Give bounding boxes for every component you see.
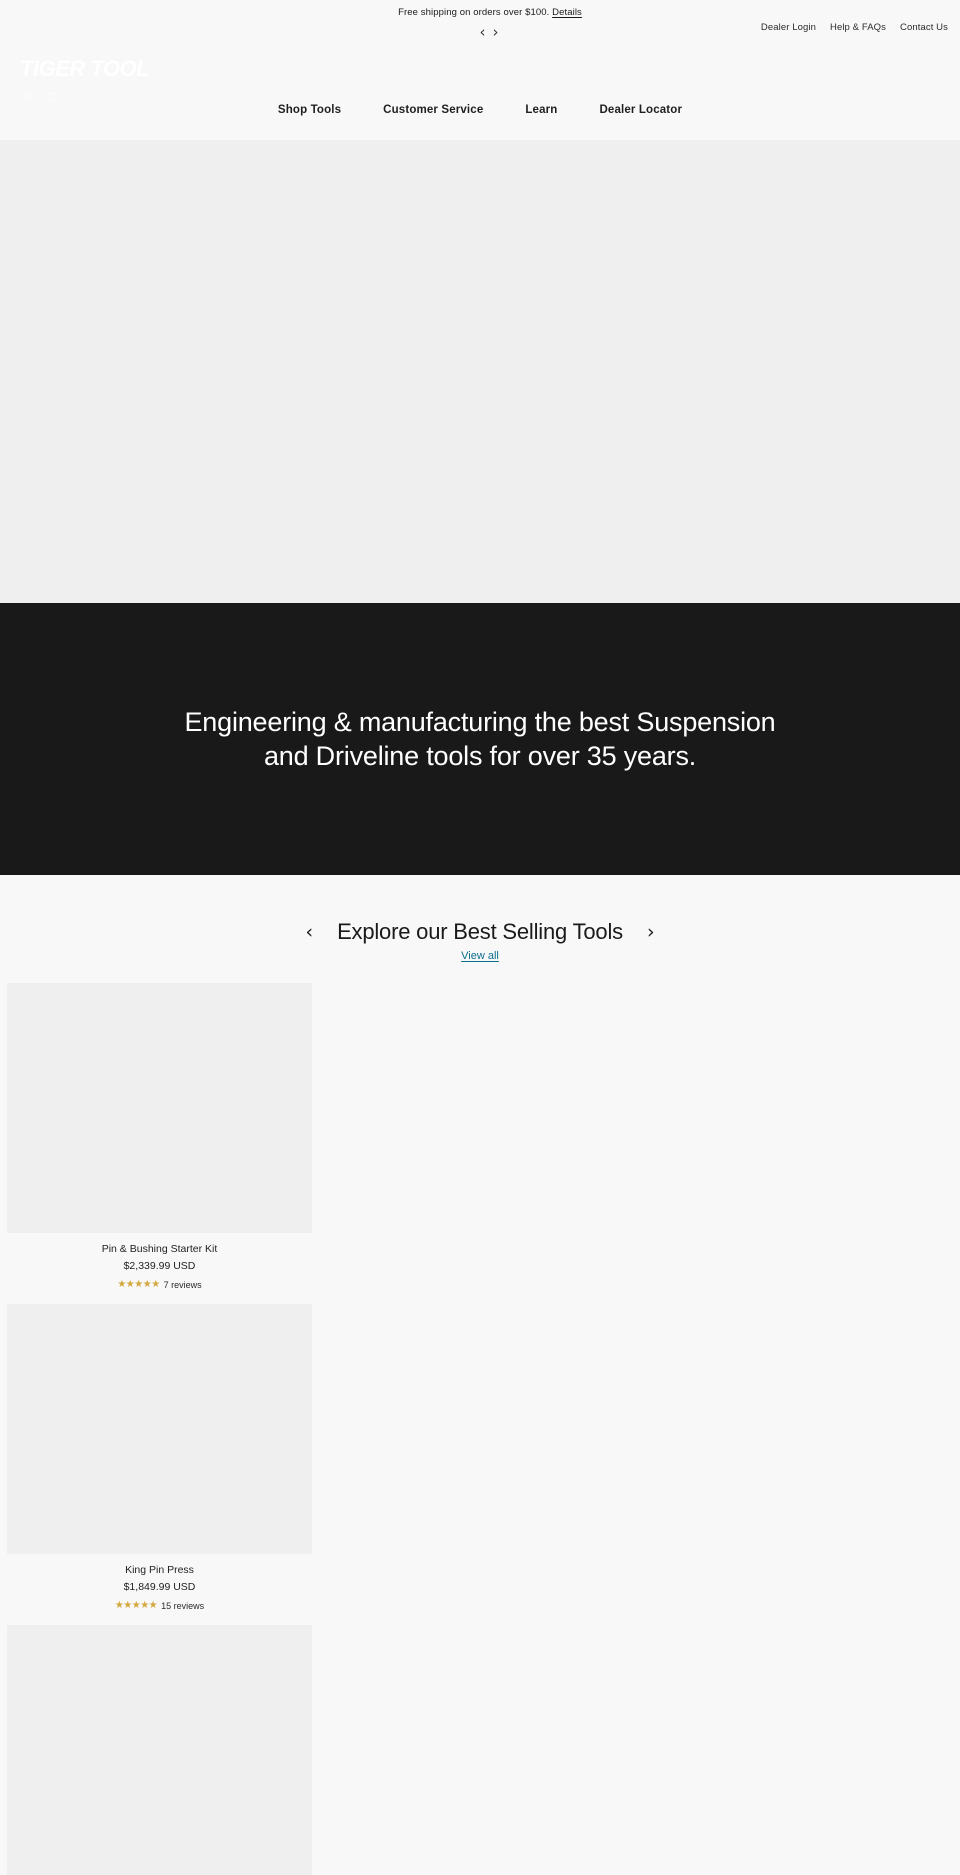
- statement-heading: Engineering & manufacturing the best Sus…: [184, 707, 776, 771]
- utility-link-dealer-login[interactable]: Dealer Login: [761, 22, 816, 33]
- main-nav: Shop Tools Customer Service Learn Dealer…: [0, 104, 960, 116]
- product-card[interactable]: Pin & Bushing Starter Kit $2,339.99 USD …: [0, 983, 960, 1290]
- product-image[interactable]: [7, 983, 312, 1233]
- best-sellers-section: ‹ Explore our Best Selling Tools › View …: [0, 875, 960, 1875]
- statement-section: Engineering & manufacturing the best Sus…: [0, 603, 960, 875]
- product-title[interactable]: King Pin Press: [7, 1562, 312, 1578]
- best-sellers-heading: Explore our Best Selling Tools: [337, 919, 623, 944]
- brand-logo[interactable]: TIGER TOOL: [20, 56, 150, 82]
- product-card[interactable]: [0, 1625, 960, 1875]
- announcement-bar: Free shipping on orders over $100. Detai…: [0, 0, 960, 48]
- utility-nav: Dealer Login Help & FAQs Contact Us: [761, 22, 948, 33]
- announcement-details-link[interactable]: Details: [552, 7, 582, 18]
- product-card[interactable]: King Pin Press $1,849.99 USD ★★★★★ 15 re…: [0, 1304, 960, 1611]
- product-price: $1,849.99 USD: [123, 1581, 196, 1593]
- review-count: 7 reviews: [163, 1280, 202, 1290]
- view-all-link[interactable]: View all: [0, 950, 960, 962]
- nav-item-customer-service[interactable]: Customer Service: [383, 104, 483, 116]
- product-list: Pin & Bushing Starter Kit $2,339.99 USD …: [0, 983, 960, 1875]
- product-rating: ★★★★★ 7 reviews: [7, 1279, 312, 1291]
- product-image[interactable]: [7, 1304, 312, 1554]
- product-title[interactable]: Pin & Bushing Starter Kit: [7, 1241, 312, 1257]
- star-rating-icon: ★★★★★: [117, 1279, 160, 1290]
- announcement-text: Free shipping on orders over $100.: [398, 7, 550, 18]
- chevron-left-icon[interactable]: ‹: [480, 25, 486, 40]
- product-rating: ★★★★★ 15 reviews: [7, 1600, 312, 1612]
- header-icon-group: [22, 90, 58, 103]
- carousel-prev-icon[interactable]: ‹: [305, 922, 313, 942]
- star-rating-icon: ★★★★★: [114, 1600, 158, 1611]
- product-price: $2,339.99 USD: [123, 1260, 196, 1272]
- chevron-right-icon[interactable]: ›: [493, 25, 499, 40]
- announcement-message: Free shipping on orders over $100. Detai…: [0, 6, 960, 20]
- best-sellers-header: ‹ Explore our Best Selling Tools ›: [0, 918, 960, 946]
- site-header: TIGER TOOL Shop Tools Customer Service L…: [0, 48, 960, 140]
- product-info: King Pin Press $1,849.99 USD ★★★★★ 15 re…: [7, 1554, 312, 1611]
- nav-item-dealer-locator[interactable]: Dealer Locator: [599, 104, 682, 116]
- carousel-next-icon[interactable]: ›: [647, 922, 655, 942]
- review-count: 15 reviews: [161, 1601, 205, 1611]
- product-image[interactable]: [7, 1625, 312, 1875]
- utility-link-help-faqs[interactable]: Help & FAQs: [830, 22, 886, 33]
- product-info: Pin & Bushing Starter Kit $2,339.99 USD …: [7, 1233, 312, 1290]
- search-icon[interactable]: [22, 90, 35, 103]
- cart-icon[interactable]: [45, 90, 58, 103]
- nav-item-learn[interactable]: Learn: [525, 104, 557, 116]
- utility-link-contact-us[interactable]: Contact Us: [900, 22, 948, 33]
- nav-item-shop-tools[interactable]: Shop Tools: [278, 104, 341, 116]
- hero-image: [0, 140, 960, 603]
